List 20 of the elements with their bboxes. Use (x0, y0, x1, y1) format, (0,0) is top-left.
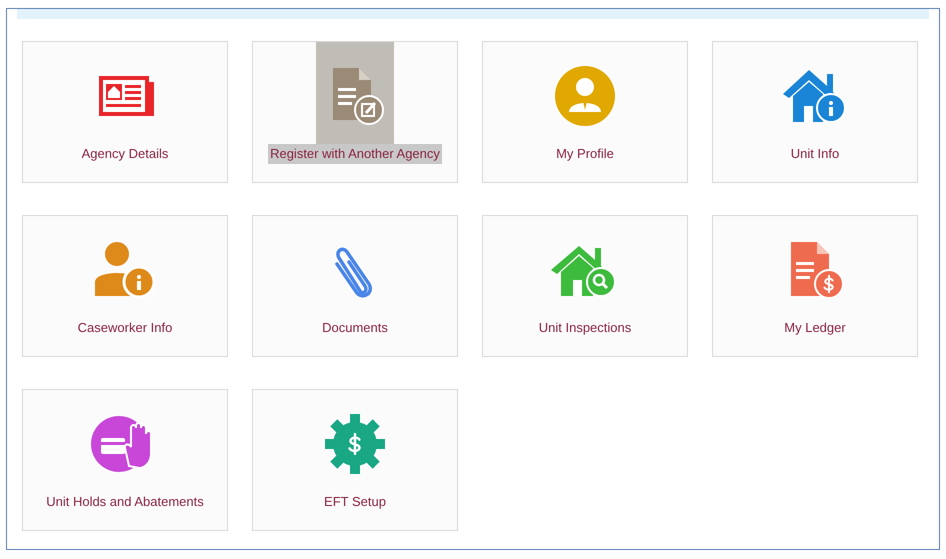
tile-label: Unit Inspections (538, 319, 632, 337)
tile-label: EFT Setup (323, 493, 387, 511)
menu-tile[interactable]: EFT Setup (252, 389, 458, 531)
tile-label: Agency Details (80, 145, 170, 163)
menu-tile[interactable]: My Profile (482, 41, 688, 183)
menu-tile[interactable]: Unit Inspections (482, 215, 688, 357)
tile-label: My Ledger (783, 319, 847, 337)
menu-tile[interactable]: My Ledger (712, 215, 918, 357)
tile-label: Unit Info (790, 145, 840, 163)
menu-tile[interactable]: Unit Holds and Abatements (22, 389, 228, 531)
menu-tile[interactable]: Caseworker Info (22, 215, 228, 357)
menu-tile[interactable]: Unit Info (712, 41, 918, 183)
tile-label: Unit Holds and Abatements (45, 493, 205, 511)
menu-tile[interactable]: Documents (252, 215, 458, 357)
tile-label: Documents (321, 319, 389, 337)
tile-label: Caseworker Info (76, 319, 174, 337)
menu-tile[interactable]: Agency Details (22, 41, 228, 183)
menu-tile[interactable]: Register with Another Agency (252, 41, 458, 183)
tile-label: My Profile (555, 145, 615, 163)
tile-label: Register with Another Agency (268, 144, 442, 164)
